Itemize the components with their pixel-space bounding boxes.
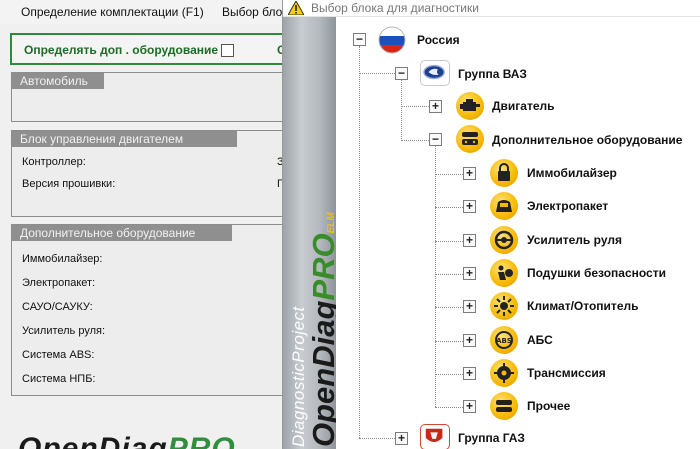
tree-line	[435, 407, 463, 409]
controller-label: Контроллер:	[22, 156, 86, 168]
tree-expander-transmission[interactable]: +	[463, 366, 476, 380]
tree-expander-russia[interactable]: −	[353, 33, 366, 46]
tree-node-airbag[interactable]: Подушки безопасности	[527, 266, 666, 280]
tree-line	[435, 207, 463, 209]
ecu-group-title: Блок управления двигателем	[12, 131, 237, 147]
tree-line	[435, 307, 463, 309]
brand-elm-text: ELM	[326, 212, 336, 234]
tree-expander-steering-wheel[interactable]: +	[463, 233, 476, 247]
tree-expander-engine[interactable]: +	[429, 100, 442, 113]
brand-strip: DiagnosticProject OpenDiagPROELM	[283, 17, 336, 449]
tree-line	[435, 146, 436, 407]
extra-equipment-group-title: Дополнительное оборудование	[12, 225, 232, 241]
detect-extra-equipment-label: Определять доп . оборудование	[24, 43, 219, 57]
bottom-logo-pro: PRO	[167, 432, 236, 449]
airbag-icon	[490, 258, 518, 287]
tree-line	[401, 106, 429, 107]
menu-item-select-block[interactable]: Выбор блок	[222, 5, 288, 19]
tree-expander-abs[interactable]: +	[463, 333, 476, 347]
tree-node-extra-equipment[interactable]: Дополнительное оборудование	[492, 133, 682, 147]
sauo-label: САУО/САУКУ:	[22, 301, 93, 313]
detect-extra-equipment-checkbox[interactable]	[221, 44, 234, 57]
warning-icon	[288, 1, 304, 15]
climate-icon	[490, 292, 518, 321]
russia-flag-icon	[378, 26, 406, 54]
tree-node-group-gaz[interactable]: Группа ГАЗ	[458, 431, 525, 445]
brand-pro-text: PRO	[306, 233, 336, 301]
tree-node-climate[interactable]: Климат/Отопитель	[527, 299, 639, 313]
tree-expander-gaz[interactable]: +	[395, 432, 408, 445]
tree-node-car-window[interactable]: Электропакет	[527, 199, 608, 213]
tree-expander-extra-equipment[interactable]: −	[429, 133, 442, 146]
extra-equipment-group: Дополнительное оборудование Иммобилайзер…	[11, 224, 301, 396]
car-group: Автомобиль	[11, 72, 301, 122]
tree-node-engine[interactable]: Двигатель	[492, 99, 555, 113]
tree-line	[359, 46, 360, 438]
dialog-titlebar: Выбор блока для диагностики	[283, 0, 700, 17]
diagnostic-tree[interactable]: − Россия − Группа ВАЗ + Двигатель − Допо…	[336, 17, 700, 449]
tree-line	[435, 174, 463, 175]
lock-icon	[490, 159, 518, 187]
steering-wheel-icon	[490, 225, 518, 254]
gaz-logo-icon	[420, 424, 450, 449]
svg-text:ABS: ABS	[496, 337, 512, 345]
firmware-version-label: Версия прошивки:	[22, 178, 116, 190]
tree-expander-vaz[interactable]: −	[395, 67, 408, 80]
tree-node-group-vaz[interactable]: Группа ВАЗ	[458, 67, 527, 81]
tree-line	[435, 340, 463, 342]
car-group-title: Автомобиль	[12, 73, 104, 89]
npb-system-label: Система НПБ:	[22, 373, 96, 385]
other-icon	[490, 392, 518, 421]
dialog-title: Выбор блока для диагностики	[311, 1, 479, 15]
tree-line	[401, 140, 429, 141]
lada-logo-icon	[420, 60, 450, 86]
abs-system-label: Система ABS:	[22, 349, 95, 361]
detect-options-panel: Определять доп . оборудование С	[10, 33, 310, 65]
abs-icon: ABS	[490, 325, 518, 354]
tree-expander-other[interactable]: +	[463, 400, 476, 414]
tree-line	[435, 240, 463, 242]
brand-name-text: OpenDiag	[306, 300, 336, 447]
tree-expander-climate[interactable]: +	[463, 300, 476, 314]
tree-line	[359, 438, 395, 439]
tree-expander-lock[interactable]: +	[463, 167, 476, 180]
immobilizer-label: Иммобилайзер:	[22, 253, 103, 265]
bottom-logo-text: OpenDiag	[18, 432, 168, 449]
tree-expander-airbag[interactable]: +	[463, 266, 476, 280]
car-window-icon	[490, 192, 518, 221]
ecu-group: Блок управления двигателем Контроллер: З…	[11, 130, 301, 217]
transmission-icon	[490, 358, 518, 387]
power-steering-label: Усилитель руля:	[22, 325, 106, 337]
tree-line	[435, 373, 463, 375]
tree-node-transmission[interactable]: Трансмиссия	[527, 366, 606, 380]
menu-item-detect-config[interactable]: Определение комплектации (F1)	[21, 5, 204, 19]
equipment-icon	[456, 125, 484, 153]
tree-node-steering-wheel[interactable]: Усилитель руля	[527, 233, 622, 247]
engine-icon	[456, 92, 484, 120]
tree-line	[359, 73, 395, 74]
tree-node-other[interactable]: Прочее	[527, 399, 570, 413]
tree-node-lock[interactable]: Иммобилайзер	[527, 166, 617, 180]
tree-line	[401, 79, 402, 141]
bottom-logo: OpenDiagPRO	[18, 432, 236, 449]
tree-expander-car-window[interactable]: +	[463, 200, 476, 214]
electropack-label: Электропакет:	[22, 277, 96, 289]
block-select-dialog: Выбор блока для диагностики DiagnosticPr…	[282, 0, 700, 449]
tree-line	[435, 273, 463, 275]
tree-node-russia[interactable]: Россия	[417, 33, 460, 47]
tree-node-abs[interactable]: АБС	[527, 333, 553, 347]
